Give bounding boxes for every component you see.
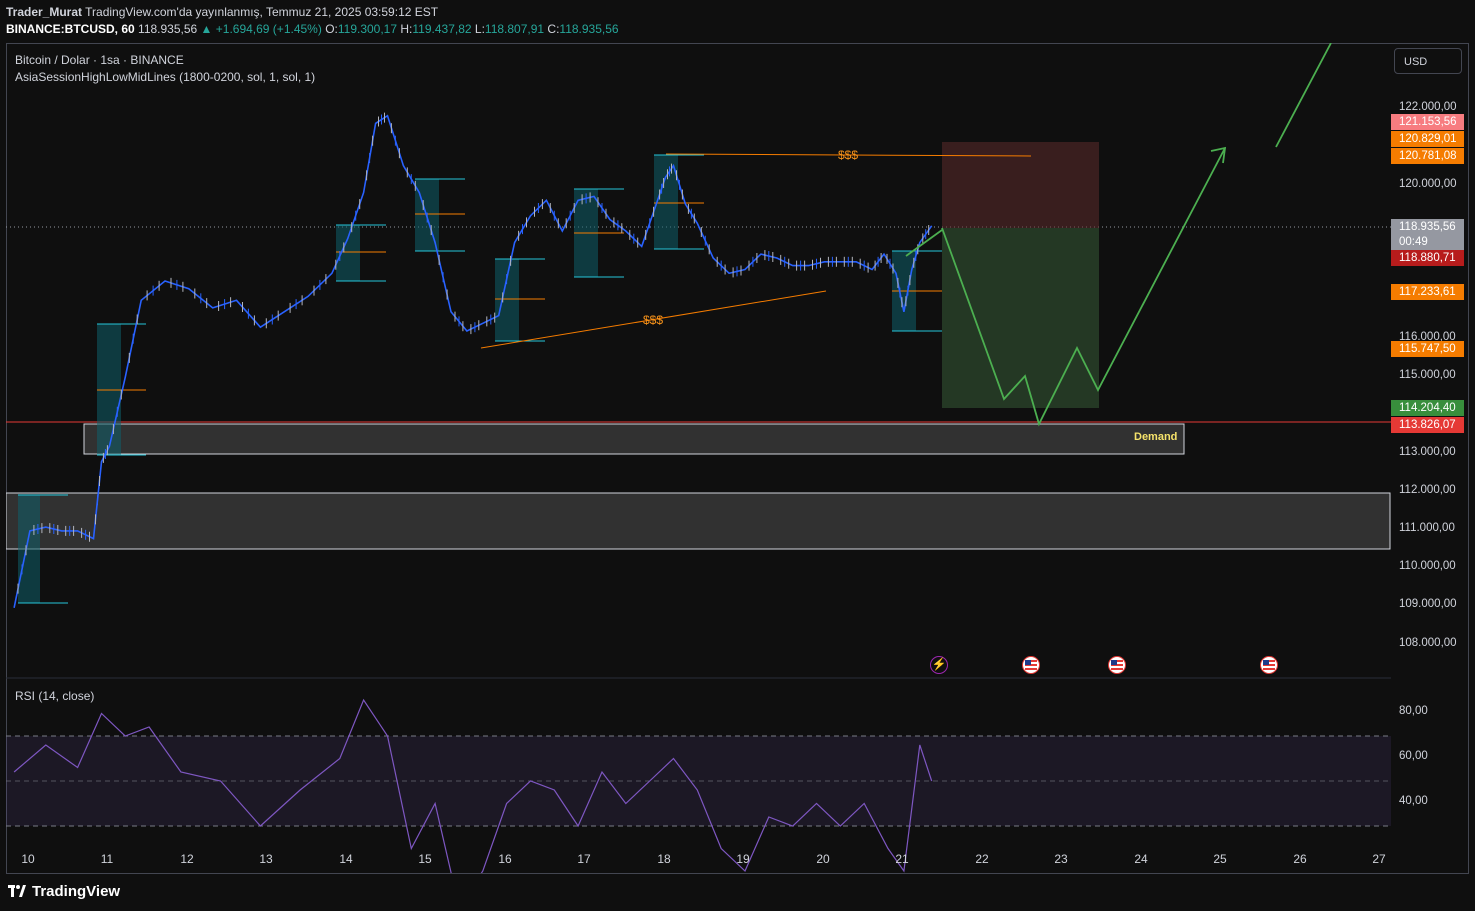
last-price: 118.935,56 <box>138 22 198 36</box>
low-label: L: <box>474 22 485 36</box>
symbol-label[interactable]: BINANCE:BTCUSD, 60 <box>6 22 135 36</box>
time-axis-label: 10 <box>21 852 35 866</box>
price-axis-label: 112.000,00 <box>1399 484 1456 496</box>
demand-zone <box>83 423 1185 455</box>
rsi-axis-label: 80,00 <box>1399 705 1428 717</box>
price-tag: 00:49 <box>1391 234 1464 250</box>
lower-zone <box>6 492 1391 550</box>
publish-header: Trader_Murat TradingView.com'da yayınlan… <box>6 5 438 19</box>
time-axis-label: 13 <box>259 852 273 866</box>
indicator-label[interactable]: AsiaSessionHighLowMidLines (1800-0200, s… <box>15 70 315 84</box>
high-value: 119.437,82 <box>412 22 472 36</box>
brand-name: TradingView <box>32 883 121 900</box>
currency-button[interactable]: USD <box>1394 48 1462 74</box>
price-axis-label: 113.000,00 <box>1399 446 1456 458</box>
time-axis-label: 19 <box>736 852 750 866</box>
time-axis-label: 24 <box>1134 852 1148 866</box>
close-label: C: <box>547 22 560 36</box>
author-name[interactable]: Trader_Murat <box>6 5 82 19</box>
rsi-label[interactable]: RSI (14, close) <box>15 689 94 703</box>
stop-zone[interactable] <box>942 142 1099 228</box>
tradingview-mark-icon <box>8 884 26 897</box>
close-value: 118.935,56 <box>559 22 619 36</box>
price-tag: 118.935,56 <box>1391 219 1464 235</box>
time-axis-label: 21 <box>895 852 909 866</box>
time-axis-label: 11 <box>100 852 114 866</box>
open-label: O: <box>325 22 338 36</box>
publish-info: TradingView.com'da yayınlanmış, Temmuz 2… <box>85 5 439 19</box>
price-tag: 117.233,61 <box>1391 284 1464 300</box>
entry-arrow <box>905 229 943 257</box>
price-axis-label: 111.000,00 <box>1399 522 1455 534</box>
tradingview-logo[interactable]: TradingView <box>8 883 120 900</box>
price-tag: 120.829,01 <box>1391 131 1464 147</box>
liquidity-label-bottom: $$$ <box>643 313 664 327</box>
price-tag: 114.204,40 <box>1391 400 1464 416</box>
time-axis-label: 26 <box>1293 852 1307 866</box>
liquidity-label-top: $$$ <box>838 148 859 162</box>
price-axis-label: 108.000,00 <box>1399 637 1457 649</box>
us-flag-icon[interactable] <box>1108 656 1126 674</box>
us-flag-icon[interactable] <box>1022 656 1040 674</box>
time-axis-label: 20 <box>816 852 830 866</box>
price-chart[interactable] <box>6 43 1391 873</box>
low-value: 118.807,91 <box>484 22 545 36</box>
price-tag: 118.880,71 <box>1391 250 1464 266</box>
time-axis-label: 17 <box>577 852 591 866</box>
demand-label: Demand <box>1134 431 1178 443</box>
open-value: 119.300,17 <box>337 22 398 36</box>
price-tag: 113.826,07 <box>1391 417 1464 433</box>
rsi-axis-label: 40,00 <box>1399 795 1428 807</box>
rsi-axis-label: 60,00 <box>1399 750 1428 762</box>
us-flag-icon[interactable] <box>1260 656 1278 674</box>
chart-title[interactable]: Bitcoin / Dolar · 1sa · BINANCE <box>15 53 184 67</box>
time-axis-label: 27 <box>1372 852 1386 866</box>
price-axis-label: 122.000,00 <box>1399 101 1457 113</box>
projection-continuation <box>1275 43 1332 148</box>
time-axis-label: 12 <box>180 852 194 866</box>
price-tag: 115.747,50 <box>1391 341 1464 357</box>
time-axis-label: 23 <box>1054 852 1068 866</box>
time-axis-label: 25 <box>1213 852 1227 866</box>
price-axis-label: 120.000,00 <box>1399 178 1457 190</box>
time-axis-label: 14 <box>339 852 353 866</box>
price-tag: 120.781,08 <box>1391 148 1464 164</box>
time-axis-label: 15 <box>418 852 432 866</box>
price-tag: 121.153,56 <box>1391 114 1464 130</box>
price-axis-label: 115.000,00 <box>1399 369 1456 381</box>
price-axis-label: 110.000,00 <box>1399 560 1456 572</box>
ohlc-header: BINANCE:BTCUSD, 60 118.935,56 ▲ +1.694,6… <box>6 22 619 36</box>
time-axis-label: 18 <box>657 852 671 866</box>
flash-icon[interactable]: ⚡ <box>930 656 948 674</box>
high-label: H: <box>400 22 413 36</box>
price-axis-label: 109.000,00 <box>1399 598 1457 610</box>
time-axis-label: 16 <box>498 852 512 866</box>
price-change: ▲ +1.694,69 (+1.45%) <box>200 22 322 36</box>
time-axis-label: 22 <box>975 852 989 866</box>
